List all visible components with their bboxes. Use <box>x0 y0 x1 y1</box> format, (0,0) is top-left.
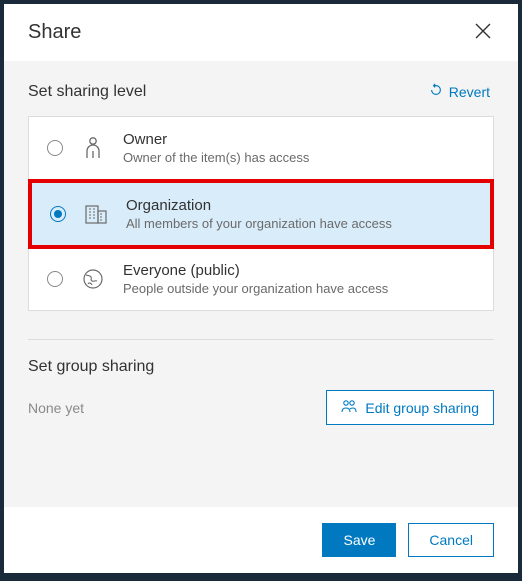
edit-group-sharing-button[interactable]: Edit group sharing <box>326 390 494 425</box>
organization-icon <box>82 203 110 225</box>
cancel-button[interactable]: Cancel <box>408 523 494 557</box>
globe-icon <box>79 268 107 290</box>
group-none-label: None yet <box>28 400 84 416</box>
edit-group-label: Edit group sharing <box>365 400 479 416</box>
sharing-option-owner[interactable]: Owner Owner of the item(s) has access <box>29 117 493 180</box>
sharing-option-public[interactable]: Everyone (public) People outside your or… <box>29 248 493 310</box>
sharing-level-title: Set sharing level <box>28 83 146 101</box>
owner-title: Owner <box>123 131 309 148</box>
share-dialog: Share Set sharing level Revert <box>4 4 518 573</box>
dialog-title: Share <box>28 21 81 44</box>
close-button[interactable] <box>470 18 496 47</box>
sharing-level-header: Set sharing level Revert <box>28 81 494 102</box>
organization-text: Organization All members of your organiz… <box>126 197 392 231</box>
public-title: Everyone (public) <box>123 262 388 279</box>
public-desc: People outside your organization have ac… <box>123 281 388 296</box>
dialog-header: Share <box>4 4 518 61</box>
organization-title: Organization <box>126 197 392 214</box>
group-icon <box>341 399 357 416</box>
owner-text: Owner Owner of the item(s) has access <box>123 131 309 165</box>
section-divider <box>28 339 494 340</box>
revert-label: Revert <box>449 84 490 100</box>
radio-public[interactable] <box>47 271 63 287</box>
group-sharing-row: None yet Edit group sharing <box>28 390 494 425</box>
sharing-level-options: Owner Owner of the item(s) has access Or… <box>28 116 494 311</box>
save-button[interactable]: Save <box>322 523 396 557</box>
organization-desc: All members of your organization have ac… <box>126 216 392 231</box>
sharing-option-organization[interactable]: Organization All members of your organiz… <box>28 179 494 249</box>
revert-icon <box>429 83 443 100</box>
radio-owner[interactable] <box>47 140 63 156</box>
group-sharing-title: Set group sharing <box>28 358 494 376</box>
dialog-body: Set sharing level Revert Owner Owner of … <box>4 61 518 507</box>
revert-button[interactable]: Revert <box>425 81 494 102</box>
radio-organization[interactable] <box>50 206 66 222</box>
owner-desc: Owner of the item(s) has access <box>123 150 309 165</box>
owner-icon <box>79 136 107 160</box>
public-text: Everyone (public) People outside your or… <box>123 262 388 296</box>
dialog-footer: Save Cancel <box>4 507 518 573</box>
close-icon <box>474 28 492 43</box>
